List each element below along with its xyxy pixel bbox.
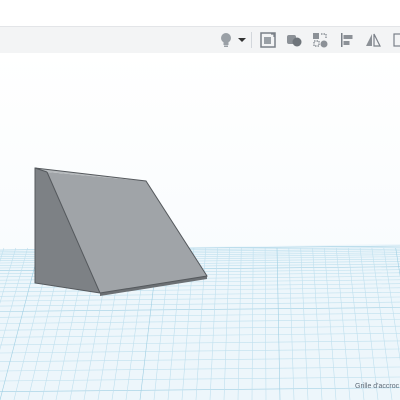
scene[interactable] bbox=[0, 53, 400, 400]
dropdown-arrow-icon[interactable] bbox=[236, 30, 248, 50]
3d-viewport[interactable] bbox=[0, 53, 400, 400]
top-bar bbox=[0, 0, 400, 26]
ungroup-icon[interactable] bbox=[310, 30, 330, 50]
bulb-icon[interactable] bbox=[216, 30, 236, 50]
toolbar-divider bbox=[251, 32, 252, 48]
grid-snap-label[interactable]: Grille d'accroc bbox=[355, 383, 399, 390]
mirror-icon[interactable] bbox=[363, 30, 383, 50]
show-all-icon[interactable] bbox=[258, 30, 278, 50]
align-icon[interactable] bbox=[337, 30, 357, 50]
more-icon[interactable] bbox=[389, 30, 400, 50]
view-toolbar bbox=[0, 26, 400, 54]
group-icon[interactable] bbox=[284, 30, 304, 50]
